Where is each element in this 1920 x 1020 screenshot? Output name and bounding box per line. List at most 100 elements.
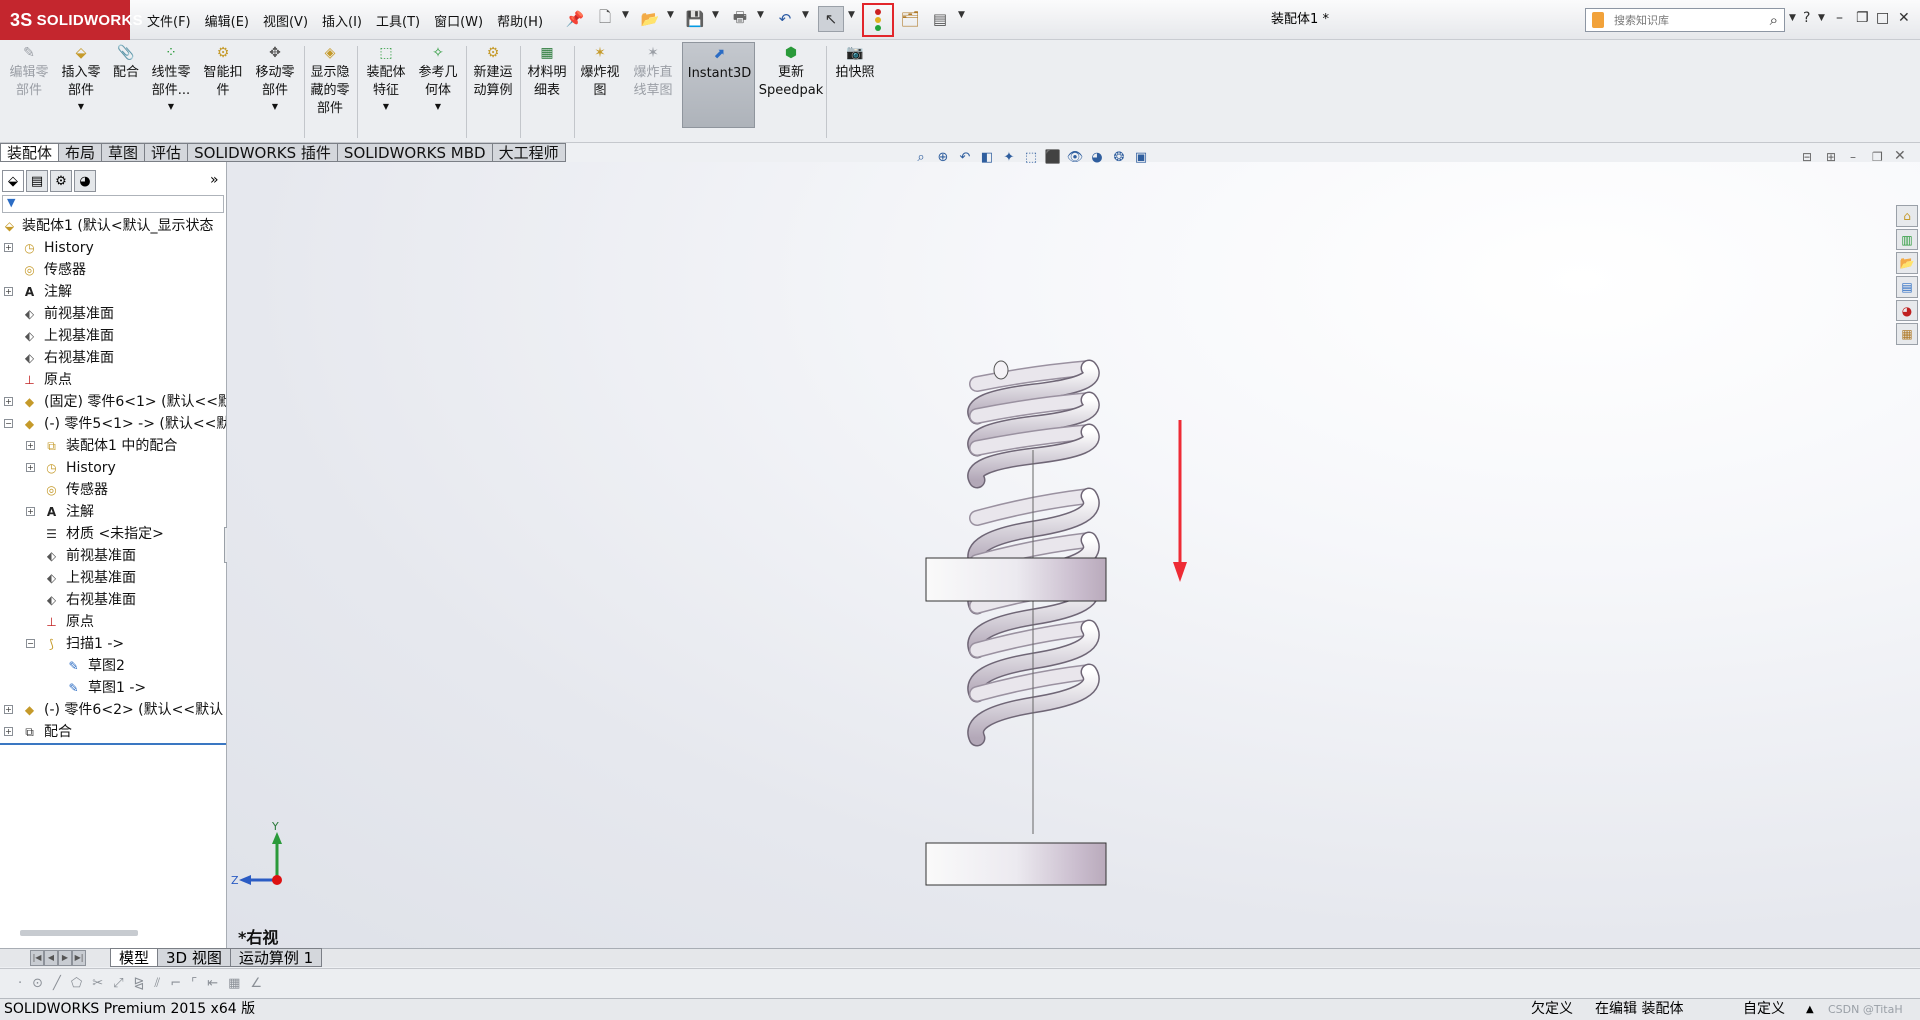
- assembly-feature-button[interactable]: ⬚ 装配体 特征 ▼: [361, 44, 411, 112]
- snapshot-button[interactable]: 📷 拍快照: [830, 44, 880, 82]
- undo-dropdown-icon[interactable]: ▼: [802, 10, 809, 20]
- tree-node-mates[interactable]: + ⧉ 配合: [0, 721, 226, 743]
- tree-node-sweep1[interactable]: − ⟆ 扫描1 ->: [0, 633, 226, 655]
- tab-layout[interactable]: 布局: [59, 143, 103, 162]
- tree-node-part-right-plane[interactable]: ⬖ 右视基准面: [0, 589, 226, 611]
- expand-icon[interactable]: +: [4, 705, 13, 714]
- expand-icon[interactable]: +: [26, 441, 35, 450]
- expand-icon[interactable]: +: [4, 727, 13, 736]
- tab-model[interactable]: 模型: [110, 948, 159, 967]
- menu-edit[interactable]: 编辑(E): [198, 11, 256, 30]
- move-part-button[interactable]: ✥ 移动零 部件 ▼: [250, 44, 300, 112]
- lower-plate[interactable]: [925, 842, 1107, 886]
- print-icon[interactable]: 🖶: [730, 8, 750, 29]
- maximize-icon[interactable]: □: [1876, 10, 1889, 26]
- tree-node-part5-1[interactable]: − ◆ (-) 零件5<1> -> (默认<<默: [0, 413, 226, 435]
- polygon-icon[interactable]: ⬠: [71, 976, 82, 991]
- menu-insert[interactable]: 插入(I): [315, 11, 369, 30]
- mate-button[interactable]: 📎 配合: [108, 44, 144, 82]
- line-icon[interactable]: ╱: [53, 976, 61, 991]
- configuration-manager-tab-icon[interactable]: ⚙: [50, 170, 72, 192]
- tab-addins[interactable]: SOLIDWORKS 插件: [188, 143, 338, 162]
- new-document-icon[interactable]: 🗋: [595, 8, 615, 29]
- tree-node-sketch2[interactable]: ✎ 草图2: [0, 655, 226, 677]
- dimension-icon[interactable]: ⇤: [207, 976, 218, 991]
- tree-node-part-annotations[interactable]: + A 注解: [0, 501, 226, 523]
- show-hidden-button[interactable]: ◈ 显示隐 藏的零 部件: [306, 44, 354, 118]
- first-tab-icon[interactable]: |◀: [30, 950, 44, 966]
- expand-icon[interactable]: +: [26, 463, 35, 472]
- tree-node-part-top-plane[interactable]: ⬖ 上视基准面: [0, 567, 226, 589]
- tree-node-front-plane[interactable]: ⬖ 前视基准面: [0, 303, 226, 325]
- options-icon[interactable]: ▤: [930, 9, 950, 29]
- linear-pattern-dropdown-icon[interactable]: ▼: [168, 102, 174, 112]
- save-icon[interactable]: 💾: [685, 9, 705, 29]
- tree-node-annotations[interactable]: + A 注解: [0, 281, 226, 303]
- upper-plate[interactable]: [925, 557, 1107, 602]
- tree-node-history[interactable]: + ◷ History: [0, 237, 226, 259]
- linear-pattern-button[interactable]: ⁘ 线性零 部件... ▼: [146, 44, 196, 112]
- units-selector[interactable]: 自定义: [1743, 999, 1785, 1020]
- tab-mbd[interactable]: SOLIDWORKS MBD: [337, 143, 493, 162]
- tree-node-top-plane[interactable]: ⬖ 上视基准面: [0, 325, 226, 347]
- corner-rect-icon[interactable]: ⌜: [191, 976, 197, 991]
- last-tab-icon[interactable]: ▶|: [72, 950, 86, 966]
- horizontal-scrollbar[interactable]: [20, 930, 138, 936]
- move-part-dropdown-icon[interactable]: ▼: [272, 102, 278, 112]
- select-dropdown-icon[interactable]: ▼: [848, 10, 855, 20]
- select-cursor-icon[interactable]: ↖: [818, 6, 844, 32]
- tree-node-part-history[interactable]: + ◷ History: [0, 457, 226, 479]
- reference-geometry-dropdown-icon[interactable]: ▼: [435, 102, 441, 112]
- next-tab-icon[interactable]: ▶: [58, 950, 72, 966]
- tree-node-part-front-plane[interactable]: ⬖ 前视基准面: [0, 545, 226, 567]
- explode-line-sketch-button[interactable]: ✶ 爆炸直 线草图: [628, 44, 678, 100]
- tree-node-material[interactable]: ☰ 材质 <未指定>: [0, 523, 226, 545]
- insert-part-button[interactable]: ⬙ 插入零 部件 ▼: [56, 44, 106, 112]
- tree-node-mates-in-assembly[interactable]: + ⧉ 装配体1 中的配合: [0, 435, 226, 457]
- help-icon[interactable]: ?: [1803, 10, 1810, 26]
- help-dropdown-icon[interactable]: ▼: [1818, 13, 1825, 23]
- expand-icon[interactable]: +: [4, 397, 13, 406]
- menu-file[interactable]: 文件(F): [140, 11, 198, 30]
- edit-part-button[interactable]: ✎ 编辑零 部件: [6, 44, 52, 100]
- circle-icon[interactable]: ⊙: [32, 976, 43, 991]
- tree-node-part6-1[interactable]: + ◆ (固定) 零件6<1> (默认<<默: [0, 391, 226, 413]
- tree-node-sketch1[interactable]: ✎ 草图1 ->: [0, 677, 226, 699]
- expand-icon[interactable]: +: [4, 287, 13, 296]
- property-manager-tab-icon[interactable]: ▤: [26, 170, 48, 192]
- update-speedpak-button[interactable]: ⬢ 更新 Speedpak: [758, 44, 824, 100]
- search-input[interactable]: 搜索知识库 ⌕: [1585, 8, 1785, 32]
- new-motion-study-button[interactable]: ⚙ 新建运 动算例: [468, 44, 518, 100]
- tab-evaluate[interactable]: 评估: [145, 143, 189, 162]
- search-dropdown-icon[interactable]: ▼: [1789, 13, 1796, 23]
- undo-icon[interactable]: ↶: [775, 9, 795, 29]
- tree-node-origin[interactable]: ⊥ 原点: [0, 369, 226, 391]
- expand-pane-icon[interactable]: »: [210, 172, 219, 188]
- tab-engineer[interactable]: 大工程师: [492, 143, 566, 162]
- angle-icon[interactable]: ∠: [250, 976, 262, 991]
- save-dropdown-icon[interactable]: ▼: [712, 10, 719, 20]
- pin-icon[interactable]: 📌: [565, 9, 585, 29]
- tab-motion-study[interactable]: 运动算例 1: [230, 948, 323, 967]
- smart-fastener-button[interactable]: ⚙ 智能扣 件: [200, 44, 246, 100]
- point-icon[interactable]: ·: [18, 976, 22, 991]
- expand-icon[interactable]: +: [4, 243, 13, 252]
- menu-window[interactable]: 窗口(W): [427, 11, 490, 30]
- tree-node-part-origin[interactable]: ⊥ 原点: [0, 611, 226, 633]
- feature-manager-tab-icon[interactable]: ⬙: [2, 170, 24, 192]
- close-icon[interactable]: ✕: [1898, 10, 1910, 26]
- spring-coil[interactable]: [967, 359, 1100, 747]
- expand-icon[interactable]: +: [26, 507, 35, 516]
- grid-icon[interactable]: ▦: [228, 976, 240, 991]
- tree-node-part-sensors[interactable]: ◎ 传感器: [0, 479, 226, 501]
- exploded-view-button[interactable]: ✶ 爆炸视 图: [576, 44, 624, 100]
- solidworks-logo[interactable]: 3S SOLIDWORKS: [0, 0, 143, 40]
- tab-3d-view[interactable]: 3D 视图: [158, 948, 231, 967]
- fillet-icon[interactable]: ⌐: [170, 976, 181, 991]
- new-dropdown-icon[interactable]: ▼: [622, 10, 629, 20]
- file-properties-icon[interactable]: 🗂: [900, 9, 920, 29]
- minimize-icon[interactable]: –: [1836, 10, 1843, 26]
- rebuild-traffic-light-icon[interactable]: [862, 3, 894, 37]
- insert-part-dropdown-icon[interactable]: ▼: [78, 102, 84, 112]
- collapse-icon[interactable]: −: [4, 419, 13, 428]
